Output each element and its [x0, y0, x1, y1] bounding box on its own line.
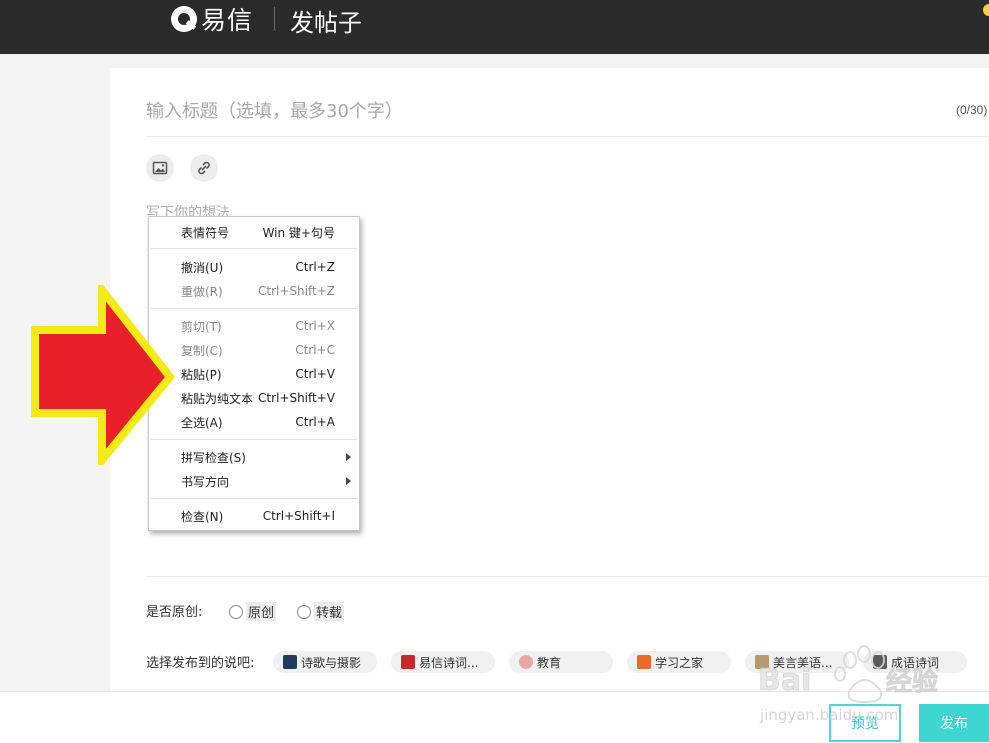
radio-repost[interactable]: 转载 — [297, 602, 345, 621]
forum-chip-label: 学习之家 — [655, 655, 704, 670]
forum-chip[interactable]: 易信诗词... — [391, 651, 495, 673]
menu-item-shortcut: Ctrl+X — [295, 319, 335, 333]
radio-label: 转载 — [314, 602, 345, 621]
menu-item-shortcut: Ctrl+Shift+V — [258, 391, 335, 405]
title-divider — [146, 136, 989, 137]
radio-label: 原创 — [246, 602, 277, 621]
notification-dot-icon[interactable] — [983, 4, 989, 16]
title-input[interactable] — [146, 97, 936, 125]
svg-text:jingyan.baidu.com: jingyan.baidu.com — [759, 706, 898, 724]
menu-item-shortcut: Ctrl+Shift+I — [262, 509, 335, 523]
radio-circle-icon — [297, 604, 311, 619]
yixin-logo-icon — [171, 6, 197, 32]
forum-chip-label: 教育 — [537, 655, 562, 670]
radio-circle-icon — [229, 604, 243, 619]
insert-link-button[interactable] — [190, 154, 218, 182]
app-logo[interactable]: 易信 — [171, 4, 254, 35]
forum-chip-label: 易信诗词... — [419, 655, 479, 670]
forum-avatar-icon — [401, 655, 415, 669]
menu-item-label: 撤消(U) — [181, 260, 224, 275]
top-bar: 易信 发帖子 — [0, 0, 989, 54]
forum-chip-label: 诗歌与摄影 — [301, 655, 362, 670]
title-char-counter: (0/30) — [956, 103, 988, 117]
image-icon — [152, 161, 168, 175]
forum-chip[interactable]: 教育 — [509, 651, 613, 673]
menu-item-shortcut: Ctrl+A — [295, 415, 335, 429]
section-divider — [146, 576, 989, 577]
page-title: 发帖子 — [290, 9, 362, 37]
menu-item-shortcut: Ctrl+Shift+Z — [258, 284, 335, 298]
menu-item-label: 表情符号 — [181, 225, 230, 240]
link-icon — [198, 161, 210, 175]
forum-avatar-icon — [283, 655, 297, 669]
menu-item-emoji[interactable]: 表情符号 Win 键+句号 — [149, 220, 359, 244]
original-label: 是否原创: — [146, 605, 203, 620]
forum-chip[interactable]: 学习之家 — [627, 651, 731, 673]
menu-item-undo[interactable]: 撤消(U) Ctrl+Z — [149, 255, 359, 279]
menu-separator — [151, 498, 357, 499]
menu-item-shortcut: Ctrl+C — [295, 343, 335, 357]
annotation-arrow-icon — [31, 285, 176, 465]
menu-item-inspect[interactable]: 检查(N) Ctrl+Shift+I — [149, 504, 359, 528]
forum-avatar-icon — [637, 655, 651, 669]
submenu-arrow-icon — [346, 453, 351, 461]
menu-separator — [151, 248, 357, 249]
menu-item-shortcut: Win 键+句号 — [262, 225, 335, 240]
svg-text:Bai: Bai — [758, 663, 811, 698]
menu-item-shortcut: Ctrl+V — [295, 367, 335, 381]
baidu-watermark-logo: Bai 经验 jingyan.baidu.com — [758, 645, 938, 724]
svg-text:经验: 经验 — [886, 666, 938, 697]
menu-item-label: 粘贴为纯文本 — [181, 391, 254, 406]
menu-item-writing-direction[interactable]: 书写方向 — [149, 469, 359, 493]
radio-original[interactable]: 原创 — [229, 602, 277, 621]
submenu-arrow-icon — [346, 477, 351, 485]
forum-chip[interactable]: 诗歌与摄影 — [273, 651, 377, 673]
insert-image-button[interactable] — [146, 154, 174, 182]
forum-avatar-icon — [519, 655, 533, 669]
menu-item-label: 书写方向 — [181, 474, 230, 489]
header-divider — [274, 7, 275, 31]
menu-item-label: 拼写检查(S) — [181, 450, 246, 465]
menu-item-shortcut: Ctrl+Z — [295, 260, 335, 274]
forum-select-label: 选择发布到的说吧: — [146, 656, 255, 671]
app-name: 易信 — [201, 6, 254, 35]
menu-item-label: 检查(N) — [181, 509, 224, 524]
